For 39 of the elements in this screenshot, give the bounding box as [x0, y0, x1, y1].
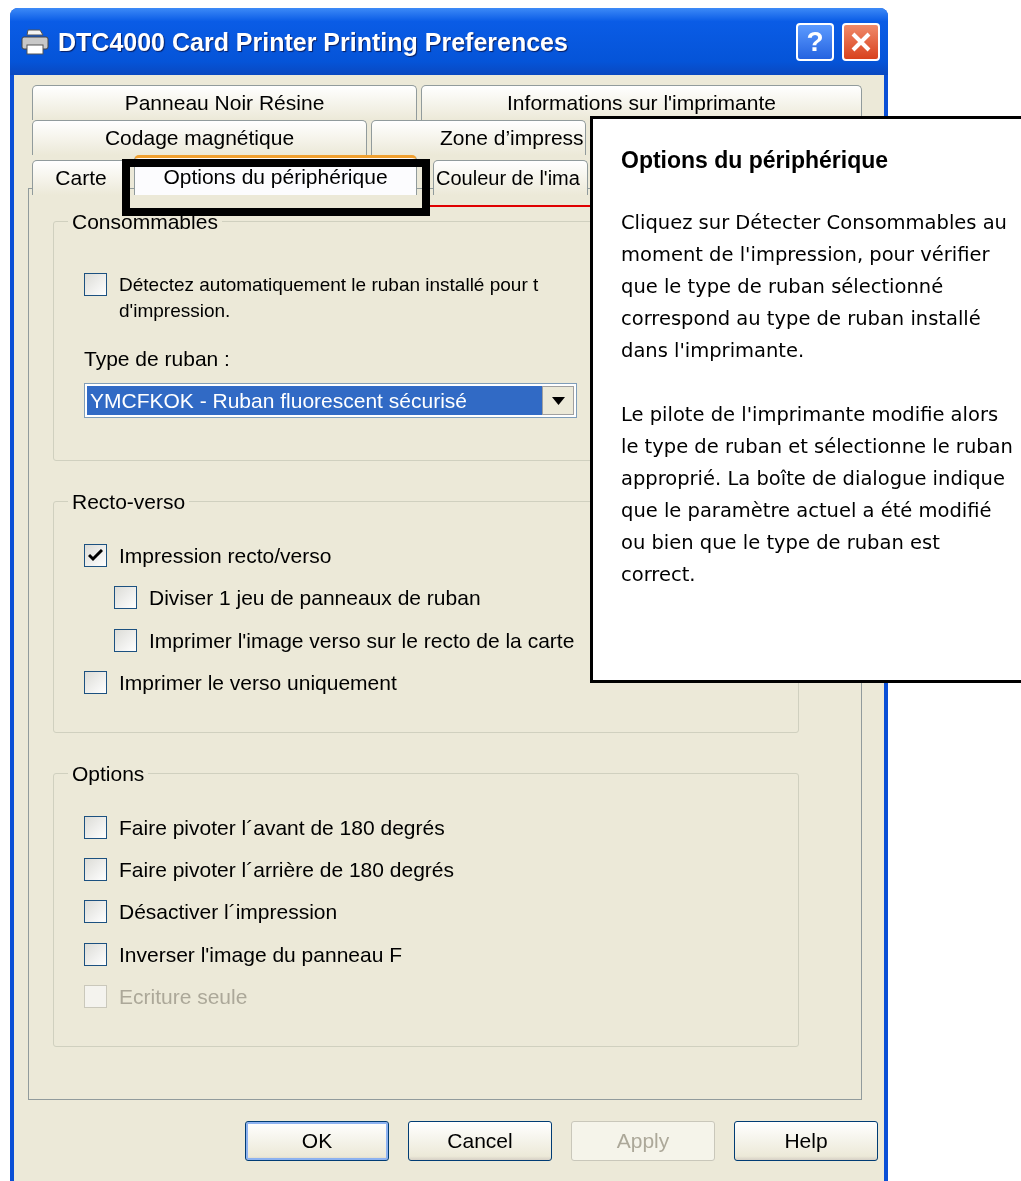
callout-text: Cliquez sur Détecter Consommables au moment de l'impression, pour vérifier que le type de ruban sélectionné correspond au type de ruban installé dans l'imprimante.: [621, 209, 1008, 364]
caret-icon: [551, 396, 565, 405]
close-icon: [850, 30, 872, 53]
tab[interactable]: Couleur de l'ima: [433, 160, 588, 195]
checkbox-label: Ecriture seule: [119, 983, 248, 1009]
checkbox[interactable]: [84, 670, 107, 694]
ribbon-dropdown[interactable]: YMCFKOK - Ruban fluorescent sécurisé: [84, 383, 577, 419]
dialog-button[interactable]: Help: [734, 1121, 878, 1161]
tab[interactable]: Informations sur l'imprimante: [421, 85, 862, 120]
checkbox-label: Imprimer le verso uniquement: [119, 669, 397, 695]
checkbox-label: Inverser l'image du panneau F: [119, 941, 402, 967]
checkbox[interactable]: [84, 273, 107, 296]
checkbox[interactable]: [114, 586, 137, 610]
close-button[interactable]: [842, 22, 880, 61]
checkbox-label: Imprimer l'image verso sur le recto de la carte: [149, 627, 575, 653]
checkbox-label: Faire pivoter l´avant de 180 degrés: [119, 814, 445, 841]
callout-title: Options du périphérique: [621, 147, 890, 175]
checkbox[interactable]: [84, 858, 107, 882]
checkbox-label: Détectez automatiquement le ruban installé pour t d'impression.: [119, 273, 540, 323]
checkbox-label: Faire pivoter l´arrière de 180 degrés: [119, 857, 454, 883]
field-label: Type de ruban :: [84, 346, 230, 372]
check-icon: [88, 549, 103, 563]
checkbox-label: Désactiver l´impression: [119, 899, 338, 925]
checkbox[interactable]: [84, 815, 107, 839]
checkbox[interactable]: [84, 942, 107, 966]
callout-text: Le pilote de l'imprimante modifie alors le type de ruban et sélectionne le ruban approprié. La boîte de dialogue indique que le paramètre actuel a été modifié ou bien que le type de ruban est correct.: [621, 401, 1014, 588]
printer-icon: [20, 27, 50, 56]
checkbox[interactable]: [114, 628, 137, 652]
tab[interactable]: Zone d’impress: [371, 120, 586, 155]
dropdown-button[interactable]: [542, 386, 574, 416]
checkbox-label: Diviser 1 jeu de panneaux de ruban: [149, 585, 481, 611]
tab[interactable]: Codage magnétique: [32, 120, 367, 155]
window-title: DTC4000 Card Printer Printing Preferences: [58, 26, 569, 57]
checkbox-label: Impression recto/verso: [119, 543, 332, 569]
checkbox[interactable]: [84, 900, 107, 924]
checkbox[interactable]: [84, 544, 107, 568]
dialog-button[interactable]: OK: [245, 1121, 389, 1161]
dialog-button[interactable]: Cancel: [408, 1121, 552, 1161]
tab[interactable]: Panneau Noir Résine: [32, 85, 417, 120]
